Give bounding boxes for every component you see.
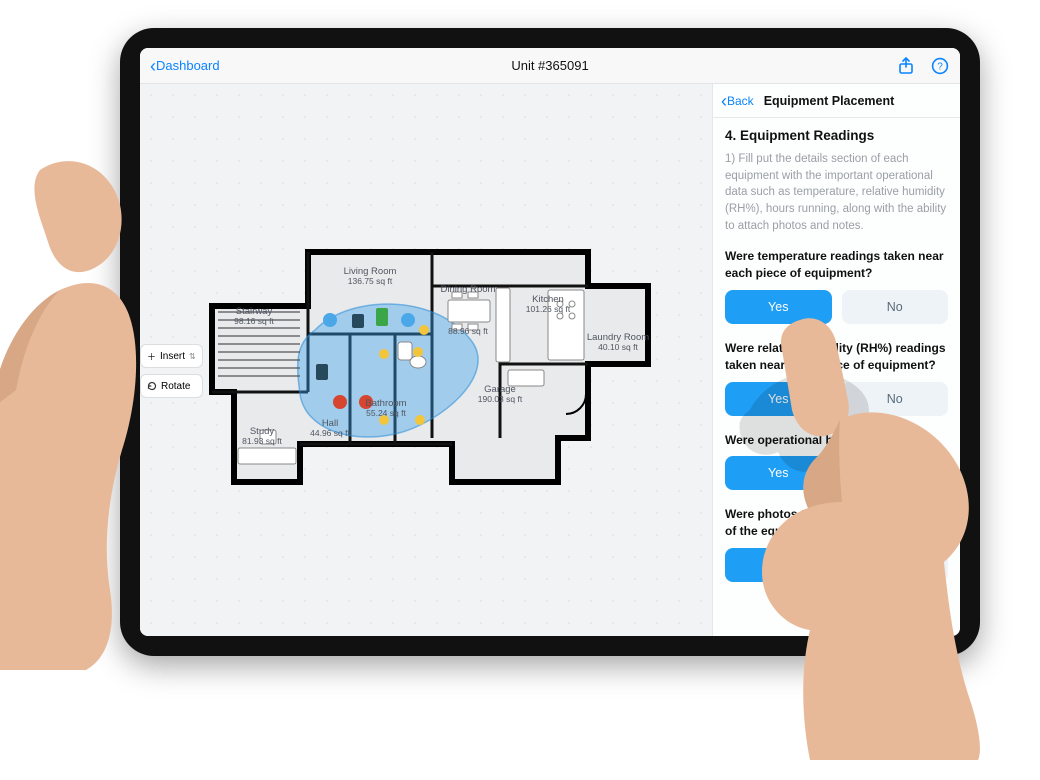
svg-text:190.03 sq ft: 190.03 sq ft (478, 394, 523, 404)
dashboard-back-label: Dashboard (156, 58, 220, 73)
question-3: Were operational hours logged? (725, 432, 948, 449)
question-4: Were photos taken of the installation of… (725, 506, 948, 540)
app-screen: ‹ Dashboard Unit #365091 ? (140, 48, 960, 636)
svg-text:44.96 sq ft: 44.96 sq ft (310, 428, 350, 438)
rotate-button[interactable]: Rotate (140, 374, 203, 398)
floorplan-svg: Living Room 136.75 sq ft Dining Room 88.… (200, 234, 660, 494)
sidebar-back[interactable]: ‹ Back (721, 92, 754, 110)
question-2: Were relative humidity (RH%) readings ta… (725, 340, 948, 374)
q1-yes-button[interactable]: Yes (725, 290, 832, 324)
canvas-toolbar: ＋ Insert ⇅ Rotate (140, 344, 203, 398)
rotate-label: Rotate (161, 381, 190, 392)
navbar: ‹ Dashboard Unit #365091 ? (140, 48, 960, 84)
q4-no-button[interactable]: No (842, 548, 949, 582)
svg-text:98.16 sq ft: 98.16 sq ft (234, 316, 274, 326)
q2-yes-button[interactable]: Yes (725, 382, 832, 416)
q3-yes-button[interactable]: Yes (725, 456, 832, 490)
plus-icon: ＋ (147, 350, 156, 363)
sidebar-back-label: Back (727, 94, 754, 108)
insert-label: Insert (160, 351, 185, 362)
section-title: 4. Equipment Readings (725, 128, 948, 143)
svg-text:55.24 sq ft: 55.24 sq ft (366, 408, 406, 418)
dashboard-back[interactable]: ‹ Dashboard (150, 57, 220, 75)
rotate-icon (147, 381, 157, 391)
floorplan-canvas[interactable]: ＋ Insert ⇅ Rotate (140, 84, 712, 636)
svg-text:40.10 sq ft: 40.10 sq ft (598, 342, 638, 352)
content: ＋ Insert ⇅ Rotate (140, 84, 960, 636)
sidebar-title: Equipment Placement (764, 94, 895, 108)
svg-text:101.26 sq ft: 101.26 sq ft (526, 304, 571, 314)
svg-text:136.75 sq ft: 136.75 sq ft (348, 276, 393, 286)
help-icon[interactable]: ? (930, 56, 950, 76)
section-hint: 1) Fill put the details section of each … (725, 151, 948, 234)
q2-no-button[interactable]: No (842, 382, 949, 416)
question-1: Were temperature readings taken near eac… (725, 248, 948, 282)
chevron-updown-icon: ⇅ (189, 352, 196, 361)
tablet-frame: ‹ Dashboard Unit #365091 ? (120, 28, 980, 656)
insert-button[interactable]: ＋ Insert ⇅ (140, 344, 203, 368)
q3-no-button[interactable]: No (842, 456, 949, 490)
svg-text:81.93 sq ft: 81.93 sq ft (242, 436, 282, 446)
share-icon[interactable] (896, 56, 916, 76)
sidebar: ‹ Back Equipment Placement 4. Equipment … (712, 84, 960, 636)
q4-yes-button[interactable]: Yes (725, 548, 832, 582)
sidebar-header: ‹ Back Equipment Placement (713, 84, 960, 118)
page-title: Unit #365091 (417, 58, 684, 73)
svg-text:?: ? (937, 61, 943, 72)
floorplan[interactable]: Living Room 136.75 sq ft Dining Room 88.… (200, 234, 660, 494)
svg-text:Dining Room: Dining Room (441, 284, 496, 295)
svg-text:88.96 sq ft: 88.96 sq ft (448, 326, 488, 336)
sidebar-body: 4. Equipment Readings 1) Fill put the de… (713, 118, 960, 636)
q1-no-button[interactable]: No (842, 290, 949, 324)
